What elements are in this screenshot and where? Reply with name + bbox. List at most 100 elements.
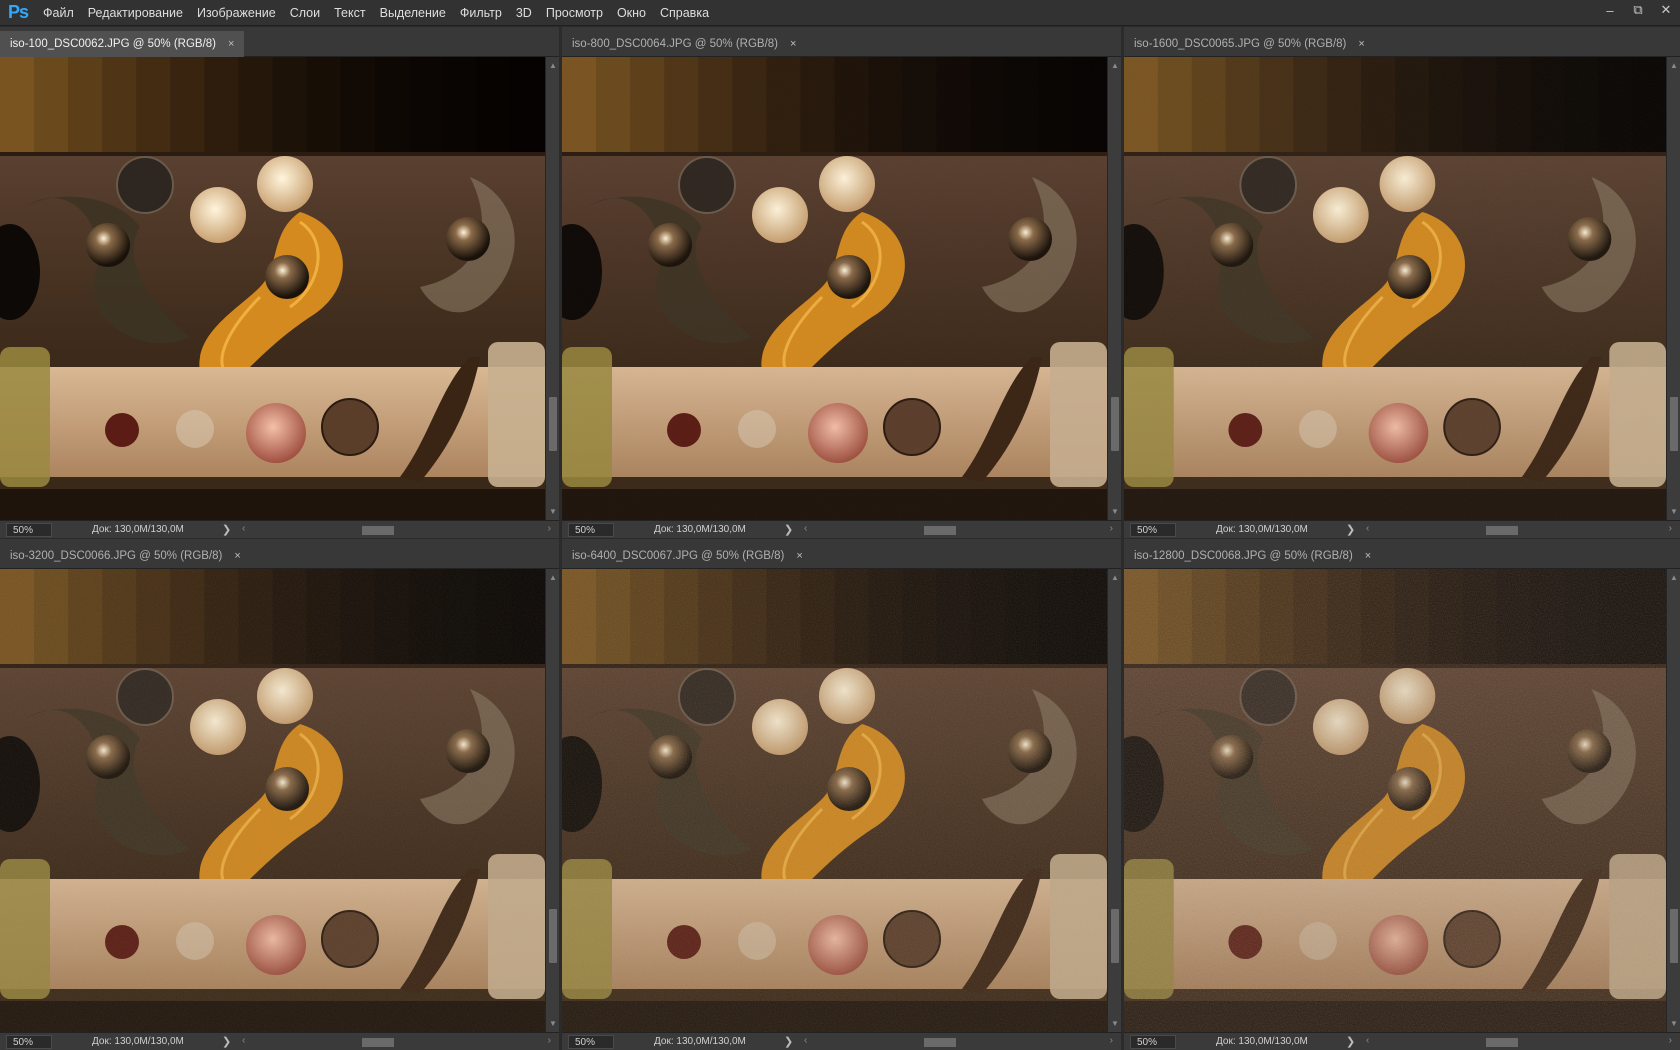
status-menu-arrow-icon[interactable]: ❯ <box>222 523 234 536</box>
scroll-left-icon[interactable]: ‹ <box>242 523 245 534</box>
scrollbar-thumb[interactable] <box>1486 525 1518 535</box>
zoom-field[interactable]: 50% <box>568 522 614 537</box>
document-tab[interactable]: iso-3200_DSC0066.JPG @ 50% (RGB/8) × <box>0 543 251 569</box>
image-canvas[interactable] <box>1124 569 1666 1032</box>
scroll-right-icon[interactable]: › <box>548 523 551 534</box>
vertical-scrollbar[interactable]: ▲ ▼ <box>545 57 559 520</box>
scroll-down-icon[interactable]: ▼ <box>1108 507 1122 516</box>
scroll-left-icon[interactable]: ‹ <box>1366 1035 1369 1046</box>
scroll-right-icon[interactable]: › <box>1669 1035 1672 1046</box>
document-tab[interactable]: iso-1600_DSC0065.JPG @ 50% (RGB/8) × <box>1124 31 1375 57</box>
scroll-right-icon[interactable]: › <box>1669 523 1672 534</box>
scroll-up-icon[interactable]: ▲ <box>1108 573 1122 582</box>
image-canvas[interactable] <box>562 569 1107 1032</box>
scroll-down-icon[interactable]: ▼ <box>546 507 560 516</box>
zoom-field[interactable]: 50% <box>568 1034 614 1049</box>
scrollbar-thumb[interactable] <box>1670 909 1678 963</box>
scroll-right-icon[interactable]: › <box>1110 1035 1113 1046</box>
document-window[interactable]: iso-12800_DSC0068.JPG @ 50% (RGB/8) × ▲ … <box>1124 539 1680 1050</box>
scrollbar-thumb[interactable] <box>924 1037 956 1047</box>
zoom-field[interactable]: 50% <box>1130 1034 1176 1049</box>
vertical-scrollbar[interactable]: ▲ ▼ <box>1107 57 1121 520</box>
tab-close-icon[interactable]: × <box>234 550 240 562</box>
menu-image[interactable]: Изображение <box>190 0 283 26</box>
minimize-icon[interactable]: – <box>1596 0 1624 20</box>
scrollbar-thumb[interactable] <box>1111 909 1119 963</box>
menu-file[interactable]: Файл <box>36 0 81 26</box>
status-menu-arrow-icon[interactable]: ❯ <box>1346 1035 1358 1048</box>
scroll-down-icon[interactable]: ▼ <box>1667 507 1680 516</box>
scrollbar-thumb[interactable] <box>1486 1037 1518 1047</box>
photoshop-logo-icon[interactable]: Ps <box>0 0 36 26</box>
status-menu-arrow-icon[interactable]: ❯ <box>1346 523 1358 536</box>
close-icon[interactable]: ✕ <box>1652 0 1680 20</box>
menu-view[interactable]: Просмотр <box>539 0 610 26</box>
document-window[interactable]: iso-100_DSC0062.JPG @ 50% (RGB/8) × ▲ ▼ … <box>0 27 559 538</box>
scroll-right-icon[interactable]: › <box>548 1035 551 1046</box>
status-menu-arrow-icon[interactable]: ❯ <box>784 523 796 536</box>
scrollbar-thumb[interactable] <box>1670 397 1678 451</box>
menu-select[interactable]: Выделение <box>373 0 453 26</box>
scrollbar-thumb[interactable] <box>924 525 956 535</box>
scrollbar-thumb[interactable] <box>1111 397 1119 451</box>
scroll-right-icon[interactable]: › <box>1110 523 1113 534</box>
scroll-up-icon[interactable]: ▲ <box>546 61 560 70</box>
scroll-up-icon[interactable]: ▲ <box>1108 61 1122 70</box>
document-window[interactable]: iso-1600_DSC0065.JPG @ 50% (RGB/8) × ▲ ▼… <box>1124 27 1680 538</box>
scroll-left-icon[interactable]: ‹ <box>804 1035 807 1046</box>
menu-window[interactable]: Окно <box>610 0 653 26</box>
menu-3d[interactable]: 3D <box>509 0 539 26</box>
vertical-scrollbar[interactable]: ▲ ▼ <box>545 569 559 1032</box>
color-strip <box>136 57 172 152</box>
menu-help[interactable]: Справка <box>653 0 716 26</box>
menu-filter[interactable]: Фильтр <box>453 0 509 26</box>
scrollbar-thumb[interactable] <box>362 525 394 535</box>
image-canvas[interactable] <box>1124 57 1666 520</box>
status-menu-arrow-icon[interactable]: ❯ <box>222 1035 234 1048</box>
image-canvas[interactable] <box>0 57 545 520</box>
vertical-scrollbar[interactable]: ▲ ▼ <box>1666 569 1680 1032</box>
vertical-scrollbar[interactable]: ▲ ▼ <box>1666 57 1680 520</box>
horizontal-scrollbar[interactable]: ‹ › <box>804 1035 1113 1048</box>
scrollbar-thumb[interactable] <box>549 909 557 963</box>
image-canvas[interactable] <box>562 57 1107 520</box>
tab-close-icon[interactable]: × <box>1358 38 1364 50</box>
vertical-scrollbar[interactable]: ▲ ▼ <box>1107 569 1121 1032</box>
horizontal-scrollbar[interactable]: ‹ › <box>242 523 551 536</box>
tab-close-icon[interactable]: × <box>796 550 802 562</box>
restore-icon[interactable]: ⧉ <box>1624 0 1652 20</box>
tab-close-icon[interactable]: × <box>228 38 234 50</box>
horizontal-scrollbar[interactable]: ‹ › <box>804 523 1113 536</box>
document-tab[interactable]: iso-6400_DSC0067.JPG @ 50% (RGB/8) × <box>562 543 813 569</box>
scroll-left-icon[interactable]: ‹ <box>242 1035 245 1046</box>
menu-edit[interactable]: Редактирование <box>81 0 190 26</box>
document-window[interactable]: iso-800_DSC0064.JPG @ 50% (RGB/8) × ▲ ▼ … <box>562 27 1121 538</box>
scroll-down-icon[interactable]: ▼ <box>546 1019 560 1028</box>
menu-layers[interactable]: Слои <box>283 0 327 26</box>
zoom-field[interactable]: 50% <box>6 522 52 537</box>
tab-close-icon[interactable]: × <box>790 38 796 50</box>
scroll-left-icon[interactable]: ‹ <box>804 523 807 534</box>
scroll-down-icon[interactable]: ▼ <box>1108 1019 1122 1028</box>
image-canvas[interactable] <box>0 569 545 1032</box>
horizontal-scrollbar[interactable]: ‹ › <box>1366 1035 1672 1048</box>
scroll-up-icon[interactable]: ▲ <box>546 573 560 582</box>
menu-type[interactable]: Текст <box>327 0 372 26</box>
document-tab[interactable]: iso-800_DSC0064.JPG @ 50% (RGB/8) × <box>562 31 806 57</box>
zoom-field[interactable]: 50% <box>1130 522 1176 537</box>
document-window[interactable]: iso-3200_DSC0066.JPG @ 50% (RGB/8) × ▲ ▼… <box>0 539 559 1050</box>
status-menu-arrow-icon[interactable]: ❯ <box>784 1035 796 1048</box>
horizontal-scrollbar[interactable]: ‹ › <box>1366 523 1672 536</box>
scroll-up-icon[interactable]: ▲ <box>1667 573 1680 582</box>
scroll-down-icon[interactable]: ▼ <box>1667 1019 1680 1028</box>
document-tab[interactable]: iso-100_DSC0062.JPG @ 50% (RGB/8) × <box>0 31 245 57</box>
scrollbar-thumb[interactable] <box>549 397 557 451</box>
horizontal-scrollbar[interactable]: ‹ › <box>242 1035 551 1048</box>
document-tab[interactable]: iso-12800_DSC0068.JPG @ 50% (RGB/8) × <box>1124 543 1381 569</box>
scroll-left-icon[interactable]: ‹ <box>1366 523 1369 534</box>
document-window[interactable]: iso-6400_DSC0067.JPG @ 50% (RGB/8) × ▲ ▼… <box>562 539 1121 1050</box>
scroll-up-icon[interactable]: ▲ <box>1667 61 1680 70</box>
scrollbar-thumb[interactable] <box>362 1037 394 1047</box>
tab-close-icon[interactable]: × <box>1365 550 1371 562</box>
zoom-field[interactable]: 50% <box>6 1034 52 1049</box>
